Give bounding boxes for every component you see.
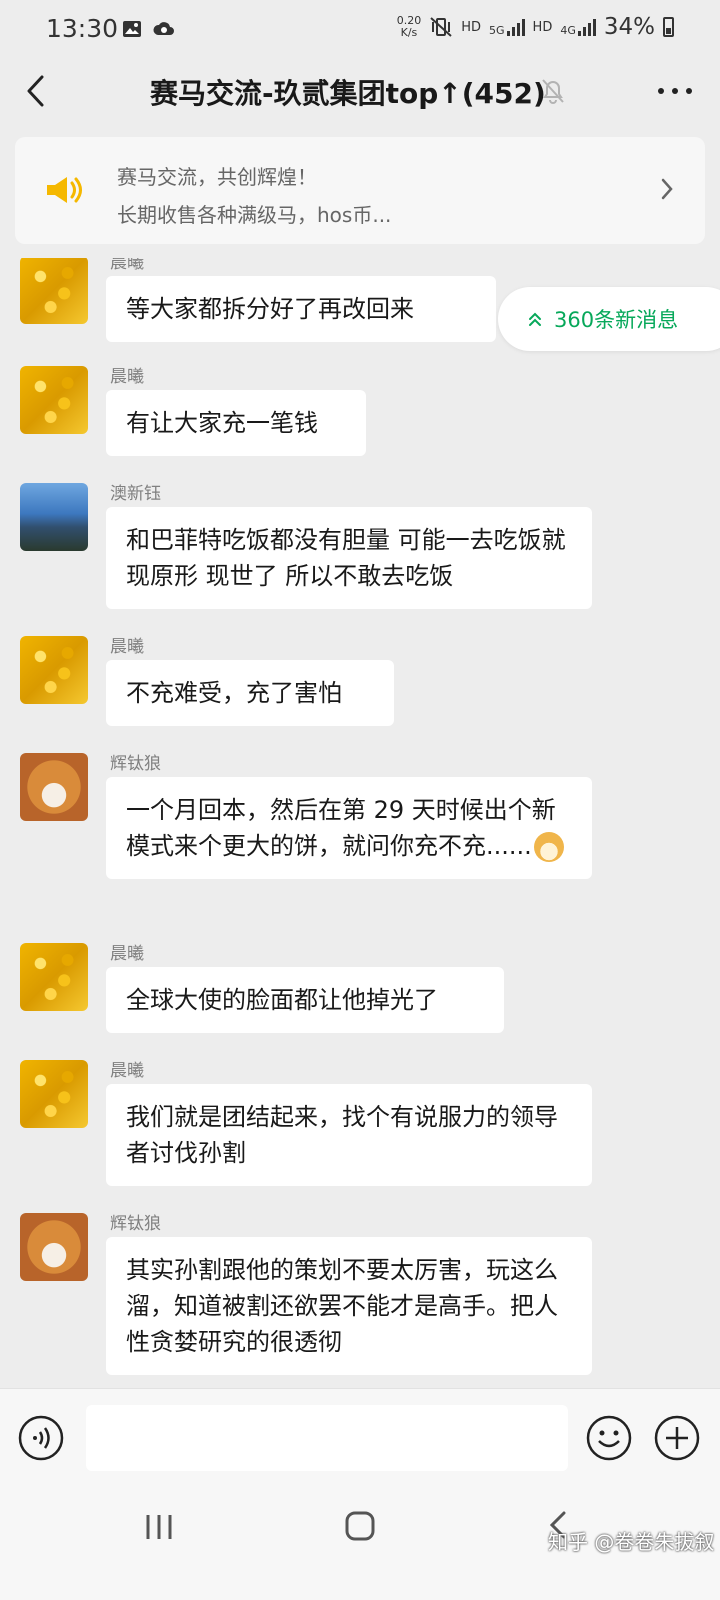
sender-name: 澳新钰 xyxy=(110,484,161,504)
message-bubble[interactable]: 和巴菲特吃饭都没有胆量 可能一去吃饭就现原形 现世了 所以不敢去吃饭 xyxy=(106,507,592,609)
message-input[interactable] xyxy=(86,1405,568,1471)
sender-name: 辉钛狼 xyxy=(110,1214,161,1234)
message-bubble[interactable]: 全球大使的脸面都让他掉光了 xyxy=(106,967,504,1033)
status-bar: 13:30 0.20 K/s HD 5G HD 4G 34% xyxy=(0,0,720,60)
message-bubble[interactable]: 一个月回本，然后在第 29 天时候出个新模式来个更大的饼，就问你充不充.....… xyxy=(106,777,592,879)
avatar[interactable] xyxy=(20,636,88,704)
gallery-icon xyxy=(123,21,141,37)
muted-bell-icon xyxy=(542,79,564,104)
sender-name: 晨曦 xyxy=(110,637,144,657)
message-bubble[interactable]: 其实孙割跟他的策划不要太厉害，玩这么溜，知道被割还欲罢不能才是高手。把人性贪婪研… xyxy=(106,1237,592,1375)
more-options-icon[interactable] xyxy=(658,88,692,94)
message-bubble[interactable]: 我们就是团结起来，找个有说服力的领导者讨伐孙割 xyxy=(106,1084,592,1186)
chevron-right-icon xyxy=(661,178,673,200)
signal-icon xyxy=(506,18,525,36)
announcement-icon xyxy=(47,177,82,203)
sender-name: 辉钛狼 xyxy=(110,754,161,774)
message-list[interactable]: 晨曦 等大家都拆分好了再改回来 晨曦 有让大家充一笔钱 澳新钰 和巴菲特吃饭都没… xyxy=(0,258,720,1410)
net-speed: 0.20 K/s xyxy=(396,14,422,39)
plus-icon[interactable] xyxy=(654,1415,700,1461)
back-arrow-icon[interactable] xyxy=(22,74,52,108)
avatar[interactable] xyxy=(20,483,88,551)
avatar[interactable] xyxy=(20,943,88,1011)
system-navigation-bar: 知乎 @卷卷朱拔叙 xyxy=(0,1488,720,1600)
message-bubble[interactable]: 等大家都拆分好了再改回来 xyxy=(106,276,496,342)
signal-icon xyxy=(577,18,596,36)
watermark: 知乎 @卷卷朱拔叙 xyxy=(548,1530,715,1554)
notice-line1: 赛马交流，共创辉煌！ xyxy=(117,165,317,189)
doge-emoji-icon xyxy=(533,832,564,862)
cloud-icon xyxy=(153,22,174,35)
new-messages-button[interactable]: 360条新消息 xyxy=(498,287,720,351)
battery-percent: 34% xyxy=(603,14,655,40)
sender-name: 晨曦 xyxy=(110,367,144,387)
group-notice[interactable]: 赛马交流，共创辉煌！ 长期收售各种满级马，hos币... xyxy=(15,137,705,244)
avatar[interactable] xyxy=(20,366,88,434)
double-chevron-up-icon xyxy=(529,312,541,326)
avatar[interactable] xyxy=(20,258,88,324)
home-icon[interactable] xyxy=(344,1510,376,1542)
avatar[interactable] xyxy=(20,1213,88,1281)
recent-apps-icon[interactable] xyxy=(144,1512,174,1542)
input-bar xyxy=(0,1388,720,1489)
chat-header: 赛马交流-玖贰集团top↑(452) xyxy=(0,60,720,122)
status-time: 13:30 xyxy=(46,14,119,43)
chat-title: 赛马交流-玖贰集团top↑(452) xyxy=(150,77,546,110)
sender-name: 晨曦 xyxy=(110,1061,144,1081)
avatar[interactable] xyxy=(20,753,88,821)
sender-name: 晨曦 xyxy=(110,258,144,273)
voice-input-icon[interactable] xyxy=(18,1415,64,1461)
emoji-icon[interactable] xyxy=(586,1415,632,1461)
mute-vibrate-icon xyxy=(430,17,452,37)
message-bubble[interactable]: 有让大家充一笔钱 xyxy=(106,390,366,456)
message-bubble[interactable]: 不充难受，充了害怕 xyxy=(106,660,394,726)
avatar[interactable] xyxy=(20,1060,88,1128)
sender-name: 晨曦 xyxy=(110,944,144,964)
battery-icon xyxy=(663,17,674,37)
notice-line2: 长期收售各种满级马，hos币... xyxy=(117,203,392,227)
